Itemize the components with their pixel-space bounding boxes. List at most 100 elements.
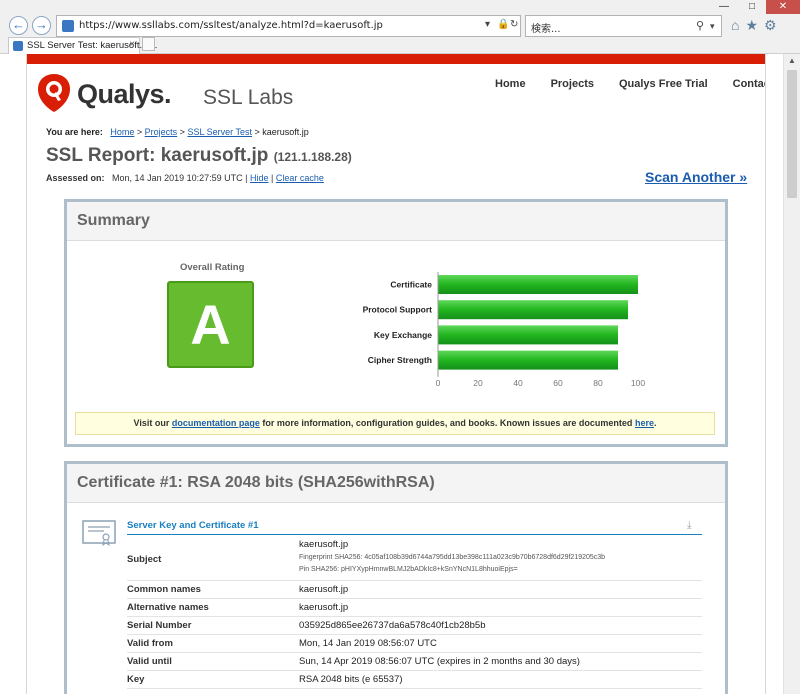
common-names-value: kaerusoft.jp	[299, 584, 349, 595]
nav-contact[interactable]: Contact	[733, 78, 765, 90]
certificate-panel: Certificate #1: RSA 2048 bits (SHA256wit…	[64, 461, 728, 694]
alternative-names-value: kaerusoft.jp	[299, 602, 349, 613]
assessed-label: Assessed on:	[46, 173, 105, 183]
download-icon[interactable]: ⤓	[687, 520, 691, 531]
top-red-bar	[27, 54, 765, 64]
logo-wordmark: Qualys.	[77, 79, 172, 109]
qualys-shield-icon	[38, 74, 70, 112]
pin-value: Pin SHA256: pHIYXypHmnwBLMJ2bADkIc8+kSnY…	[299, 566, 518, 573]
breadcrumb-home[interactable]: Home	[110, 127, 134, 137]
key-value: RSA 2048 bits (e 65537)	[299, 674, 403, 685]
search-dropdown-icon[interactable]: ▾	[710, 21, 715, 32]
serial-number-label: Serial Number	[127, 620, 192, 631]
cert-section-title: Server Key and Certificate #1	[127, 520, 259, 531]
notice-text-1: Visit our	[133, 418, 170, 428]
certificate-rows: Common names kaerusoft.jp Alternative name…	[127, 581, 702, 689]
page-title: SSL Report: kaerusoft.jp (121.1.188.28)	[46, 145, 352, 167]
valid-until-value: Sun, 14 Apr 2019 08:56:07 UTC (expires i…	[299, 656, 580, 667]
tab-favicon-icon	[13, 41, 23, 51]
page: Qualys. SSL Labs Home Projects Qualys Fr…	[26, 54, 766, 694]
documentation-link[interactable]: documentation page	[172, 418, 260, 428]
bar-label: Certificate	[390, 280, 432, 290]
scrollbar[interactable]: ▲	[783, 54, 800, 694]
valid-until-label: Valid until	[127, 656, 172, 667]
table-row-alternative-names: Alternative names kaerusoft.jp	[127, 599, 702, 617]
nav-home[interactable]: Home	[495, 78, 526, 90]
valid-from-label: Valid from	[127, 638, 173, 649]
key-label: Key	[127, 674, 145, 685]
notice-text-2: for more information, configuration guid…	[262, 418, 633, 428]
scan-another-link[interactable]: Scan Another »	[645, 169, 747, 185]
close-window-icon[interactable]: ✕	[766, 0, 800, 14]
breadcrumb: You are here: Home > Projects > SSL Serv…	[46, 127, 309, 137]
qualys-logo[interactable]: Qualys. SSL Labs	[37, 73, 293, 116]
known-issues-link[interactable]: here	[635, 418, 654, 428]
notice-text-end: .	[653, 418, 657, 428]
search-icon[interactable]: ⚲	[696, 19, 704, 32]
alternative-names-label: Alternative names	[127, 602, 209, 613]
favorites-star-icon[interactable]: ★	[745, 17, 758, 34]
browser-chrome: ← → https://www.ssllabs.com/ssltest/anal…	[0, 0, 800, 54]
address-bar[interactable]: https://www.ssllabs.com/ssltest/analyze.…	[56, 15, 521, 37]
tab-close-icon[interactable]: ×	[129, 39, 135, 50]
dropdown-icon[interactable]: ▾	[485, 19, 490, 30]
nav-projects[interactable]: Projects	[551, 78, 594, 90]
assessed-line: Assessed on: Mon, 14 Jan 2019 10:27:59 U…	[46, 173, 324, 183]
maximize-icon[interactable]: □	[738, 0, 766, 14]
clear-cache-link[interactable]: Clear cache	[276, 173, 324, 183]
scroll-thumb[interactable]	[787, 70, 797, 198]
subject-value: kaerusoft.jp	[299, 539, 349, 550]
logo-subtitle: SSL Labs	[203, 86, 294, 109]
forward-icon[interactable]: →	[32, 16, 51, 35]
section-divider	[127, 534, 702, 535]
search-box[interactable]: 検索... ⚲ ▾	[525, 15, 722, 37]
table-row-key: Key RSA 2048 bits (e 65537)	[127, 671, 702, 689]
summary-heading: Summary	[67, 202, 725, 241]
new-tab-button[interactable]	[142, 37, 155, 51]
back-icon[interactable]: ←	[9, 16, 28, 35]
report-title: SSL Report: kaerusoft.jp	[46, 145, 269, 166]
fingerprint-value: Fingerprint SHA256: 4c05af108b39d6744a79…	[299, 554, 606, 561]
bar	[438, 275, 638, 294]
tab-title[interactable]: SSL Server Test: kaerusoft.jp...	[27, 40, 157, 51]
x-tick-label: 40	[513, 378, 523, 388]
table-row-valid-until: Valid until Sun, 14 Apr 2019 08:56:07 UTC…	[127, 653, 702, 671]
settings-gear-icon[interactable]: ⚙	[764, 17, 777, 34]
address-url[interactable]: https://www.ssllabs.com/ssltest/analyze.…	[79, 20, 383, 31]
top-nav: Home Projects Qualys Free Trial Contact	[495, 78, 765, 90]
breadcrumb-ssl-server-test[interactable]: SSL Server Test	[187, 127, 252, 137]
search-input[interactable]: 検索...	[531, 20, 561, 35]
x-tick-label: 20	[473, 378, 483, 388]
browser-tab[interactable]: SSL Server Test: kaerusoft.jp... ×	[8, 37, 157, 54]
hide-link[interactable]: Hide	[250, 173, 269, 183]
overall-grade: A	[167, 281, 254, 368]
table-row-valid-from: Valid from Mon, 14 Jan 2019 08:56:07 UTC	[127, 635, 702, 653]
refresh-icon[interactable]: ↻	[510, 19, 518, 30]
home-icon[interactable]: ⌂	[731, 17, 739, 34]
valid-from-value: Mon, 14 Jan 2019 08:56:07 UTC	[299, 638, 437, 649]
subject-label: Subject	[127, 554, 162, 565]
x-tick-label: 100	[631, 378, 645, 388]
common-names-label: Common names	[127, 584, 201, 595]
report-ip: (121.1.188.28)	[273, 150, 352, 164]
certificate-table: Subject kaerusoft.jp Fingerprint SHA256:…	[127, 536, 702, 689]
table-row-common-names: Common names kaerusoft.jp	[127, 581, 702, 599]
site-favicon-icon	[62, 20, 74, 32]
breadcrumb-current: kaerusoft.jp	[262, 127, 309, 137]
bar-label: Cipher Strength	[368, 355, 432, 365]
nav-free-trial[interactable]: Qualys Free Trial	[619, 78, 708, 90]
breadcrumb-prefix: You are here:	[46, 127, 103, 137]
lock-icon[interactable]: 🔒	[497, 19, 509, 30]
bar	[438, 350, 618, 370]
docs-notice: Visit our documentation page for more in…	[75, 412, 715, 435]
minimize-icon[interactable]: —	[710, 0, 738, 14]
scroll-up-icon[interactable]: ▲	[788, 56, 796, 65]
table-row-serial-number: Serial Number 035925d865ee26737da6a578c40…	[127, 617, 702, 635]
x-tick-label: 80	[593, 378, 603, 388]
serial-number-value: 035925d865ee26737da6a578c40f1cb28b5b	[299, 620, 486, 631]
x-tick-label: 0	[436, 378, 441, 388]
certificate-icon	[82, 520, 116, 546]
breadcrumb-projects[interactable]: Projects	[145, 127, 178, 137]
bar	[438, 300, 628, 320]
bar-label: Key Exchange	[374, 330, 432, 340]
